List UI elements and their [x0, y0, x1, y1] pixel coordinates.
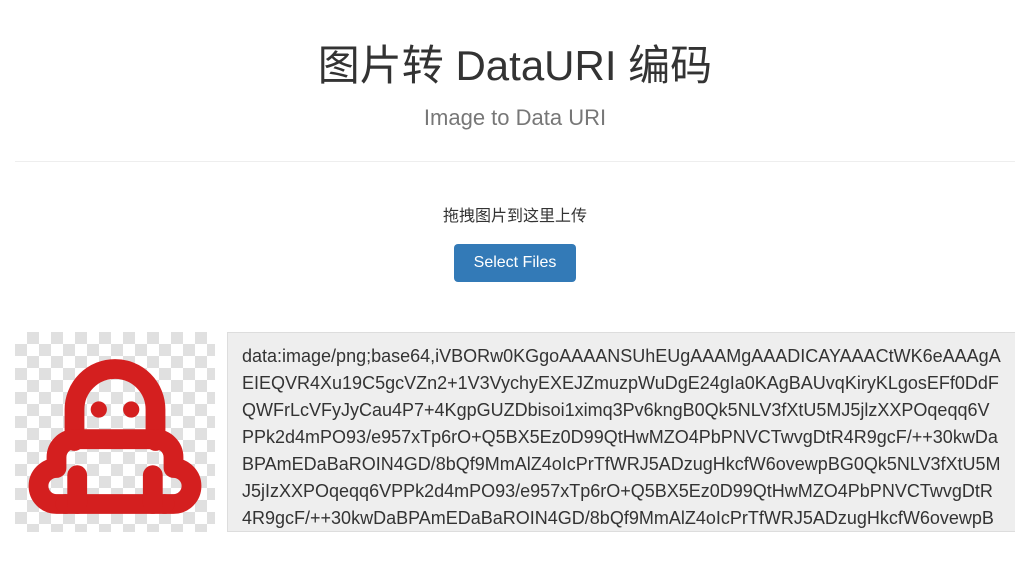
preview-icon: [25, 342, 205, 522]
upload-hint: 拖拽图片到这里上传: [15, 202, 1015, 226]
datauri-output[interactable]: [227, 332, 1015, 532]
page-title: 图片转 DataURI 编码: [15, 32, 1015, 93]
image-preview: [15, 332, 215, 532]
upload-dropzone[interactable]: 拖拽图片到这里上传 Select Files: [15, 162, 1015, 322]
page-subtitle: Image to Data URI: [15, 105, 1015, 131]
select-files-button[interactable]: Select Files: [454, 244, 577, 282]
result-row: [15, 332, 1015, 532]
